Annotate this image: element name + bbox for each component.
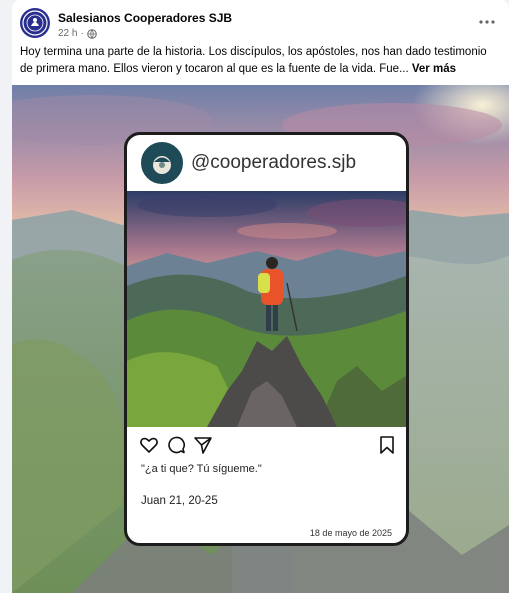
see-more-link[interactable]: Ver más bbox=[412, 63, 456, 75]
card-quote: "¿a ti que? Tú sígueme." bbox=[141, 463, 262, 475]
heart-icon[interactable] bbox=[139, 435, 159, 455]
salesianos-logo-icon bbox=[22, 10, 48, 36]
post-header: Salesianos Cooperadores SJB 22 h · bbox=[20, 8, 505, 44]
card-action-row bbox=[139, 435, 399, 455]
card-date: 18 de mayo de 2025 bbox=[309, 528, 392, 538]
hiker-mountain-image bbox=[127, 191, 406, 427]
facebook-post: Salesianos Cooperadores SJB 22 h · Hoy t… bbox=[12, 0, 509, 593]
card-header: @cooperadores.sjb bbox=[127, 135, 406, 191]
more-horizontal-icon bbox=[479, 20, 495, 24]
post-time[interactable]: 22 h bbox=[58, 28, 77, 39]
share-icon[interactable] bbox=[193, 435, 213, 455]
globe-icon bbox=[87, 28, 97, 39]
bookmark-icon[interactable] bbox=[377, 435, 397, 455]
card-verse: Juan 21, 20-25 bbox=[141, 495, 218, 507]
page-avatar[interactable] bbox=[20, 8, 50, 38]
comment-icon[interactable] bbox=[166, 435, 186, 455]
more-options-button[interactable] bbox=[475, 12, 499, 32]
post-image[interactable]: @cooperadores.sjb "¿a ti que? Tú sígueme… bbox=[12, 85, 509, 593]
card-handle: @cooperadores.sjb bbox=[191, 152, 357, 173]
post-meta: 22 h · bbox=[58, 28, 97, 39]
don-bosco-logo-icon bbox=[144, 145, 180, 181]
time-separator: · bbox=[80, 28, 84, 39]
card-logo bbox=[141, 142, 183, 184]
hiker-photo bbox=[127, 191, 406, 427]
post-body: Hoy termina una parte de la historia. Lo… bbox=[20, 44, 500, 78]
instagram-style-card: @cooperadores.sjb "¿a ti que? Tú sígueme… bbox=[124, 132, 409, 546]
author-name[interactable]: Salesianos Cooperadores SJB bbox=[58, 11, 232, 25]
